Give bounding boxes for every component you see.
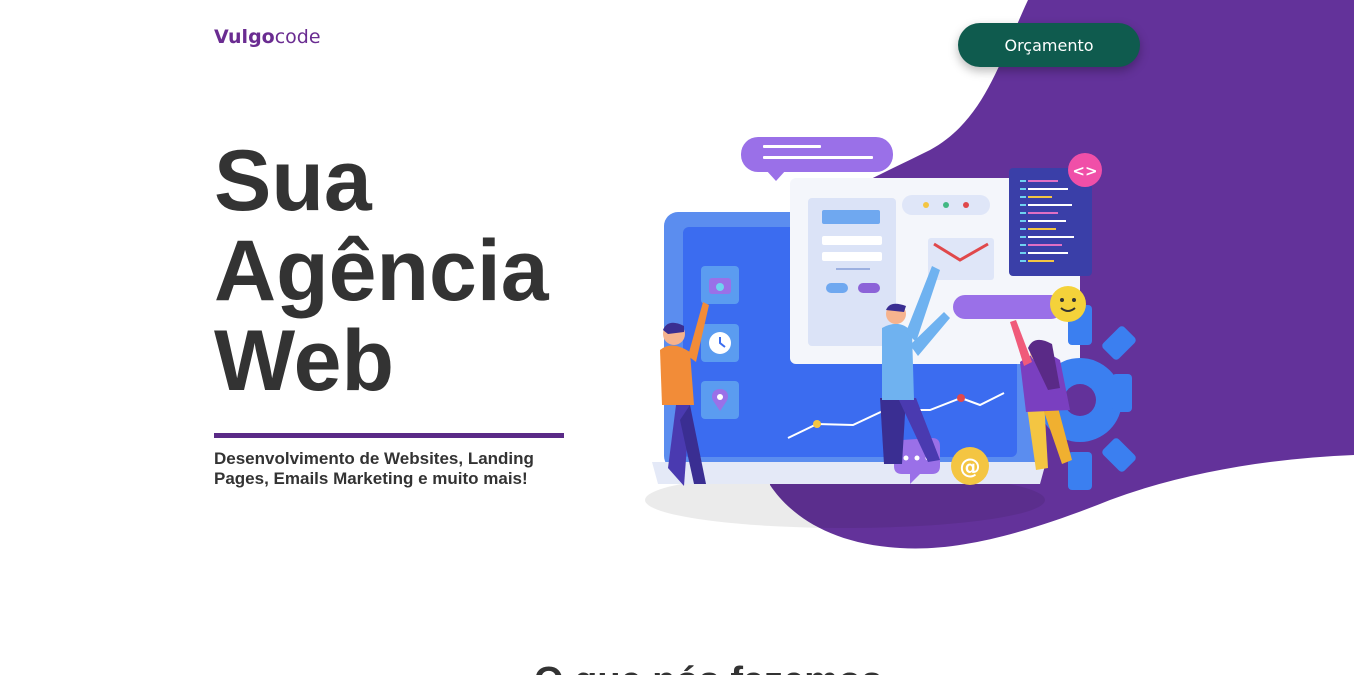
section-heading-partial: O que nós fazemos [534, 660, 882, 675]
hero-subtitle: Desenvolvimento de Websites, Landing Pag… [214, 449, 534, 488]
smiley-icon [1050, 286, 1086, 322]
window-dot-red [963, 202, 969, 208]
code-badge-text: <> [1072, 162, 1097, 180]
window-dot-yellow [923, 202, 929, 208]
window-dot-green [943, 202, 949, 208]
logo[interactable]: Vulgocode [214, 26, 321, 48]
hero-title-line-2: Agência [214, 223, 549, 319]
at-badge-text: @ [960, 455, 981, 479]
hero-title: Sua Agência Web [214, 136, 549, 406]
hero-title-line-1: Sua [214, 133, 372, 229]
speech-bubble-icon [741, 137, 893, 172]
web-agency-illustration: <> @ [645, 137, 1136, 528]
hero-divider [214, 433, 564, 438]
logo-light-text: code [274, 26, 321, 48]
orcamento-button[interactable]: Orçamento [958, 23, 1140, 67]
logo-bold-text: Vulgo [214, 26, 275, 48]
hero-title-line-3: Web [214, 313, 394, 409]
